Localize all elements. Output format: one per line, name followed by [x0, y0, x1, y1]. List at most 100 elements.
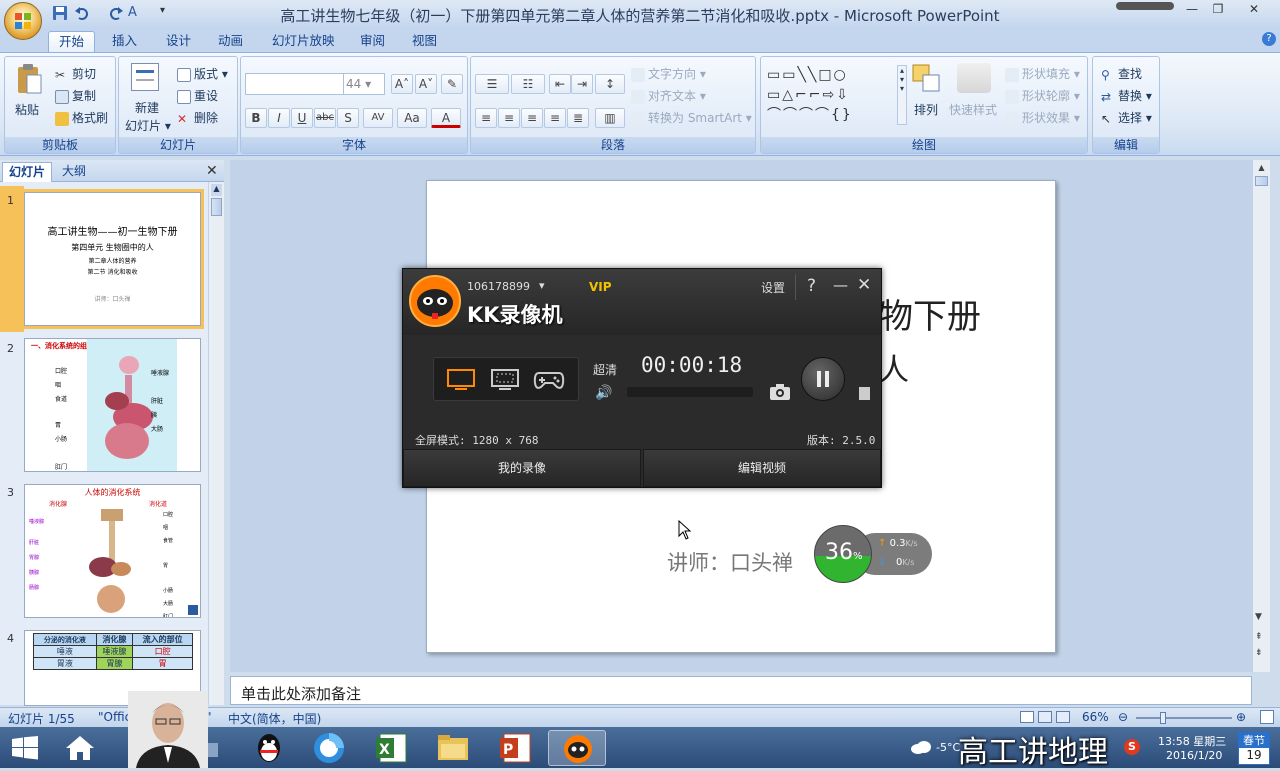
replace-button[interactable]: ⇄ 替换 ▾ [1101, 87, 1152, 104]
cut-button[interactable]: ✂ 剪切 [55, 65, 96, 82]
shadow-button[interactable]: S [337, 108, 359, 128]
line-spacing-button[interactable]: ↕ [595, 74, 625, 94]
grow-font-button[interactable]: A˄ [391, 74, 413, 94]
holiday-countdown[interactable]: 春节 19 [1238, 732, 1270, 765]
justify-button[interactable]: ≡ [544, 108, 566, 128]
zoom-level[interactable]: 66% [1082, 710, 1109, 724]
tab-slides[interactable]: 幻灯片 [2, 162, 53, 182]
clear-format-button[interactable]: ✎ [441, 74, 463, 94]
shapes-gallery[interactable]: ▭▭╲╲□○ ▭△⌐⌐⇨⇩ ⌒⌒⌒⌒{} [767, 65, 895, 125]
home-icon[interactable] [64, 734, 96, 765]
kk-minimize-icon[interactable]: — [833, 276, 848, 294]
align-text-button[interactable]: 对齐文本 ▾ [631, 87, 706, 104]
delete-slide-button[interactable]: ✕ 删除 [177, 109, 218, 126]
underline-button[interactable]: U [291, 108, 313, 128]
align-right-button[interactable]: ≡ [521, 108, 543, 128]
sogou-ime-icon[interactable]: S [1124, 739, 1140, 755]
excel-taskbar-icon[interactable]: X [362, 730, 420, 766]
language-indicator[interactable]: 中文(简体，中国) [228, 710, 321, 727]
new-slide-icon[interactable] [131, 63, 159, 91]
text-direction-button[interactable]: 文字方向 ▾ [631, 65, 706, 82]
bold-button[interactable]: B [245, 108, 267, 128]
kk-screenshot-icon[interactable] [769, 383, 791, 404]
new-slide-label-1[interactable]: 新建 [135, 99, 159, 116]
tab-slideshow[interactable]: 幻灯片放映 [262, 31, 345, 52]
kk-fullscreen-mode-icon[interactable] [447, 369, 475, 394]
explorer-taskbar-icon[interactable] [424, 730, 482, 766]
kk-quality-selector[interactable]: 超清 [593, 361, 617, 378]
shapes-gallery-scroll[interactable]: ▴ ▾ ▾ [897, 65, 907, 125]
slide-thumbnail-2[interactable]: 一、消化系统的组成 口腔咽食道胃小肠 肛门 唾液腺 肝脏胰大肠 [24, 338, 201, 472]
arrange-icon[interactable] [911, 63, 941, 93]
minimize-icon[interactable]: — [1180, 2, 1204, 18]
numbering-button[interactable]: ☷ [511, 74, 545, 94]
kk-account-dropdown-icon[interactable]: ▾ [539, 279, 545, 292]
zoom-out-icon[interactable]: ⊖ [1118, 710, 1128, 724]
bullets-button[interactable]: ☰ [475, 74, 509, 94]
tab-animation[interactable]: 动画 [208, 31, 253, 52]
clock-date[interactable]: 2016/1/20 [1166, 749, 1222, 762]
kk-help-button[interactable]: ? [807, 276, 816, 296]
qq-taskbar-icon[interactable] [240, 730, 298, 766]
close-pane-icon[interactable]: ✕ [206, 163, 218, 179]
powerpoint-taskbar-icon[interactable]: P [486, 730, 544, 766]
tab-outline[interactable]: 大纲 [56, 162, 92, 182]
kk-edit-video-button[interactable]: 编辑视频 [643, 449, 881, 487]
kk-recorder-taskbar-icon[interactable] [548, 730, 606, 766]
taskbar-item-partial[interactable] [208, 743, 218, 757]
tab-home[interactable]: 开始 [48, 31, 96, 52]
char-spacing-button[interactable]: AV [363, 108, 393, 128]
kk-pause-button[interactable] [801, 357, 845, 401]
zoom-in-icon[interactable]: ⊕ [1236, 710, 1246, 724]
slide-vertical-scrollbar[interactable]: ▲ ▼ ⇞ ⇟ [1252, 160, 1270, 672]
quick-styles-icon[interactable] [957, 63, 991, 93]
zoom-slider-thumb[interactable] [1160, 712, 1166, 724]
decrease-indent-button[interactable]: ⇤ [549, 74, 571, 94]
notes-pane[interactable]: 单击此处添加备注 [230, 676, 1252, 705]
system-monitor-widget[interactable]: ↑ 0.3K/s ↓ 0K/s 36% [814, 525, 932, 583]
zoom-slider[interactable] [1136, 717, 1232, 719]
close-icon[interactable]: ✕ [1242, 2, 1266, 18]
view-buttons[interactable] [1020, 711, 1078, 725]
restore-icon[interactable]: ❐ [1206, 2, 1230, 18]
kk-close-icon[interactable]: ✕ [857, 275, 871, 295]
increase-indent-button[interactable]: ⇥ [571, 74, 593, 94]
copy-button[interactable]: 复制 [55, 87, 96, 104]
distribute-button[interactable]: ≣ [567, 108, 589, 128]
fit-window-icon[interactable] [1260, 710, 1274, 724]
new-slide-label-2[interactable]: 幻灯片 ▾ [125, 117, 171, 134]
slides-pane-scrollbar[interactable]: ▲ [208, 182, 224, 705]
shape-fill-button[interactable]: 形状填充 ▾ [1005, 65, 1080, 82]
change-case-button[interactable]: Aa [397, 108, 427, 128]
weather-cloud-icon[interactable] [910, 740, 932, 757]
kk-region-mode-icon[interactable] [491, 369, 519, 394]
font-name-field[interactable] [245, 73, 345, 95]
shape-outline-button[interactable]: 形状轮廓 ▾ [1005, 87, 1080, 104]
italic-button[interactable]: I [268, 108, 290, 128]
layout-button[interactable]: 版式 ▾ [177, 65, 228, 82]
columns-button[interactable]: ▥ [595, 108, 625, 128]
reset-button[interactable]: 重设 [177, 87, 218, 104]
help-icon[interactable]: ? [1262, 32, 1276, 46]
smartart-button[interactable]: 转换为 SmartArt ▾ [631, 109, 752, 126]
tab-review[interactable]: 审阅 [350, 31, 395, 52]
office-button[interactable] [4, 2, 42, 40]
kk-volume-icon[interactable]: 🔊 [595, 385, 612, 401]
align-center-button[interactable]: ≡ [498, 108, 520, 128]
shrink-font-button[interactable]: A˅ [415, 74, 437, 94]
tab-design[interactable]: 设计 [156, 31, 201, 52]
font-size-field[interactable]: 44 ▾ [343, 73, 385, 95]
shape-effects-button[interactable]: 形状效果 ▾ [1005, 109, 1080, 126]
tab-insert[interactable]: 插入 [102, 31, 147, 52]
windows-start-icon[interactable] [12, 736, 38, 763]
slide-thumbnail-3[interactable]: 人体的消化系统 消化腺 消化道 唾液腺 肝脏 胃腺 胰腺 肠腺 口腔咽食管胃小肠 大肠 肛门 [24, 484, 201, 618]
browser-taskbar-icon[interactable] [300, 730, 358, 766]
paste-icon[interactable] [15, 63, 43, 95]
align-left-button[interactable]: ≡ [475, 108, 497, 128]
font-color-button[interactable]: A [431, 108, 461, 128]
strikethrough-button[interactable]: abc [314, 108, 336, 128]
select-button[interactable]: ↖ 选择 ▾ [1101, 109, 1152, 126]
slide-thumbnail-1[interactable]: 高工讲生物——初一生物下册 第四单元 生物圈中的人 第二章人体的营养 第二节 消… [21, 189, 204, 329]
weather-temperature[interactable]: -5°C [936, 741, 960, 754]
kk-settings-button[interactable]: 设置 [761, 279, 785, 296]
